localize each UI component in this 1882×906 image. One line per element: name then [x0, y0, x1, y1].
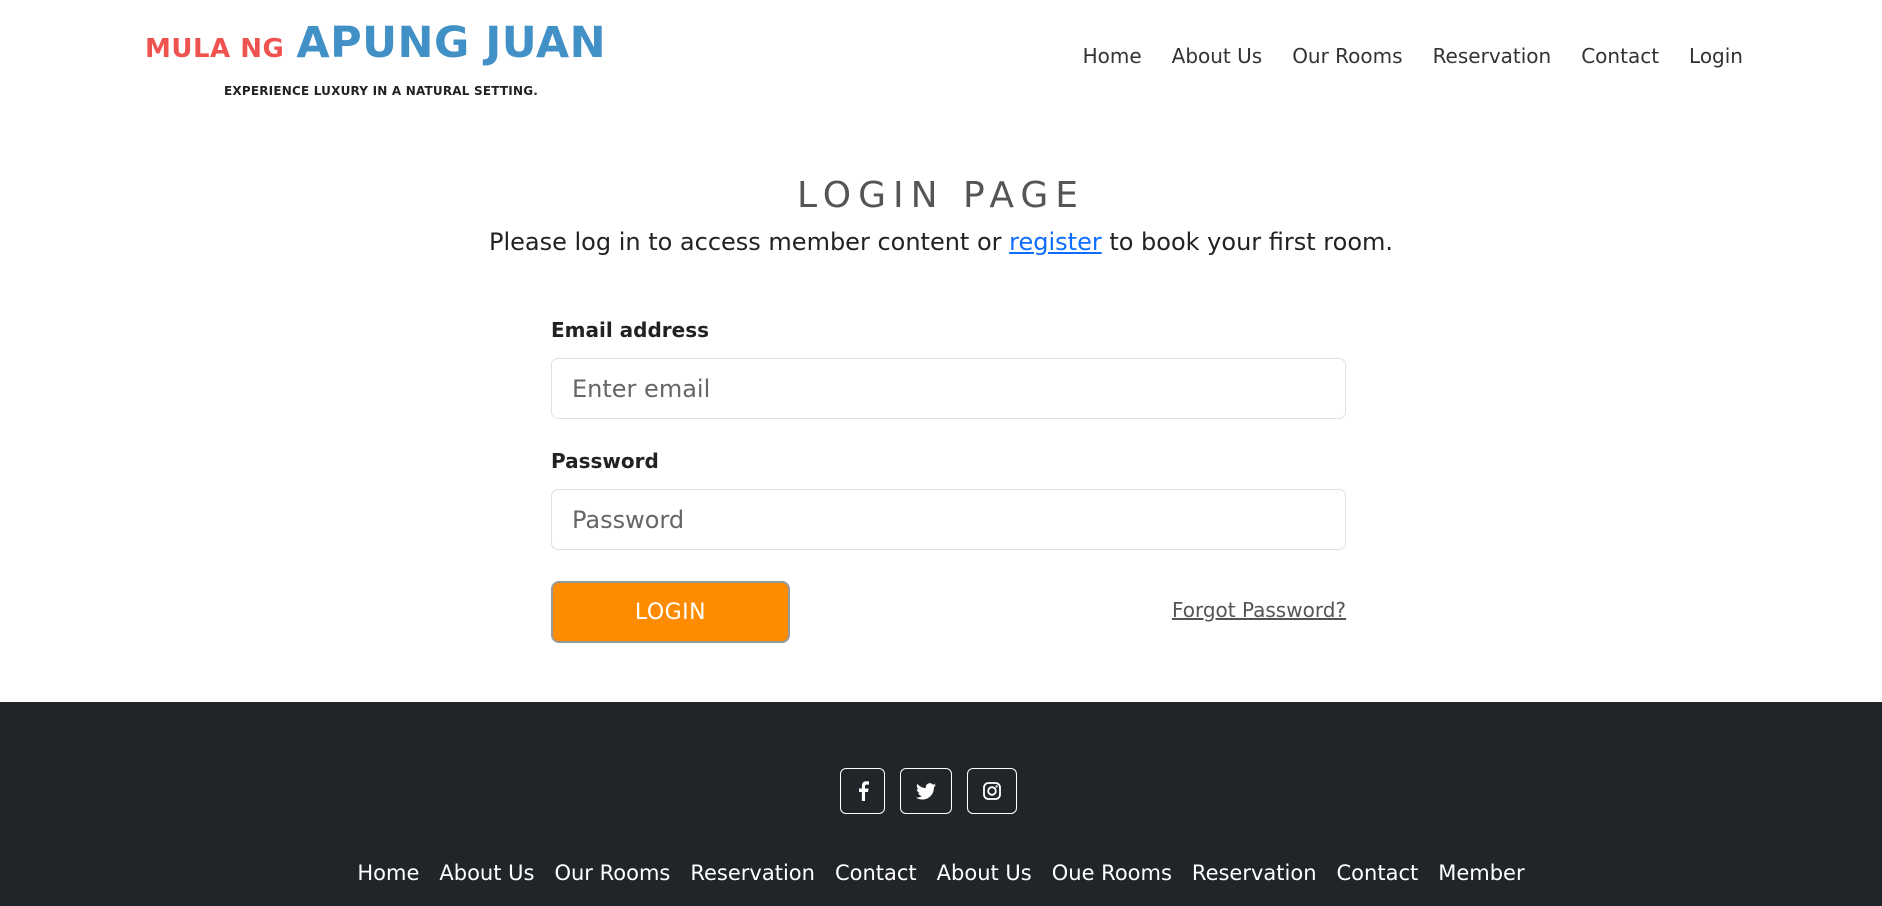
twitter-icon	[916, 782, 936, 800]
social-links	[0, 768, 1882, 814]
form-actions: LOGIN Forgot Password?	[551, 581, 1346, 643]
brand-name: APUNG JUAN	[296, 18, 607, 68]
footer-nav-member[interactable]: Member	[1438, 861, 1524, 885]
facebook-button[interactable]	[840, 768, 885, 814]
email-field[interactable]	[551, 358, 1346, 419]
forgot-password-link[interactable]: Forgot Password?	[1172, 598, 1346, 622]
subtitle-text-before: Please log in to access member content o…	[488, 228, 1010, 256]
footer-nav-about-us-2[interactable]: About Us	[937, 861, 1032, 885]
twitter-button[interactable]	[900, 768, 952, 814]
email-label: Email address	[551, 318, 710, 342]
nav-reservation[interactable]: Reservation	[1433, 44, 1552, 68]
nav-contact[interactable]: Contact	[1581, 44, 1659, 68]
brand-logo[interactable]: MULA NG APUNG JUAN EXPERIENCE LUXURY IN …	[145, 18, 606, 98]
brand-tagline: EXPERIENCE LUXURY IN A NATURAL SETTING.	[224, 84, 539, 98]
facebook-icon	[857, 781, 869, 801]
footer-nav-our-rooms[interactable]: Our Rooms	[554, 861, 670, 885]
footer-nav: Home About Us Our Rooms Reservation Cont…	[0, 861, 1882, 885]
page-title: LOGIN PAGE	[796, 175, 1086, 216]
footer-nav-reservation[interactable]: Reservation	[690, 861, 815, 885]
instagram-icon	[983, 782, 1001, 800]
main-nav: Home About Us Our Rooms Reservation Cont…	[1083, 44, 1743, 68]
footer-nav-contact-2[interactable]: Contact	[1337, 861, 1419, 885]
nav-about-us[interactable]: About Us	[1172, 44, 1263, 68]
site-header: MULA NG APUNG JUAN EXPERIENCE LUXURY IN …	[0, 0, 1882, 120]
brand-prefix: MULA NG	[145, 34, 285, 64]
footer-nav-about-us[interactable]: About Us	[439, 861, 534, 885]
footer-nav-oue-rooms[interactable]: Oue Rooms	[1052, 861, 1172, 885]
nav-login[interactable]: Login	[1689, 44, 1743, 68]
login-form: Email address Password LOGIN Forgot Pass…	[551, 318, 1346, 643]
brand-title: MULA NG APUNG JUAN	[145, 18, 606, 68]
footer-nav-reservation-2[interactable]: Reservation	[1192, 861, 1317, 885]
nav-home[interactable]: Home	[1083, 44, 1142, 68]
login-button[interactable]: LOGIN	[551, 581, 790, 643]
password-field[interactable]	[551, 489, 1346, 550]
password-label: Password	[551, 449, 659, 473]
footer-nav-home[interactable]: Home	[357, 861, 419, 885]
footer-nav-contact[interactable]: Contact	[835, 861, 917, 885]
register-link[interactable]: register	[1009, 228, 1102, 256]
page-subtitle: Please log in to access member content o…	[0, 228, 1882, 256]
nav-our-rooms[interactable]: Our Rooms	[1292, 44, 1402, 68]
instagram-button[interactable]	[967, 768, 1017, 814]
site-footer: Home About Us Our Rooms Reservation Cont…	[0, 702, 1882, 906]
subtitle-text-after: to book your first room.	[1101, 228, 1394, 256]
